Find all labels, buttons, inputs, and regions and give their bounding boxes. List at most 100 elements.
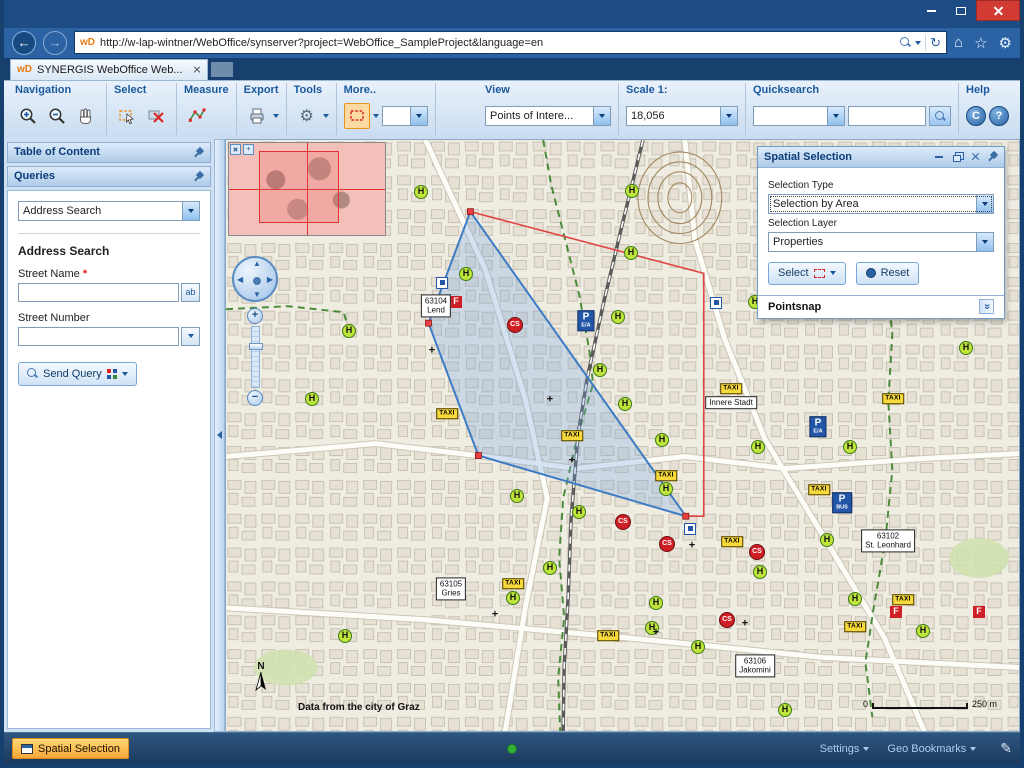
map-marker-taxi[interactable]: TAXI [808,484,830,496]
map-marker-cross[interactable]: + [653,627,659,638]
queries-panel-header[interactable]: Queries [7,165,211,187]
map-marker-taxi[interactable]: TAXI [882,393,904,405]
sidebar-collapse-strip[interactable] [214,138,225,733]
overview-map[interactable]: + [228,141,386,236]
map-marker-h[interactable]: H [848,591,862,606]
map-marker-f[interactable]: F [973,605,985,618]
map-marker-cross[interactable]: + [569,455,575,466]
map-marker-h[interactable]: H [506,590,520,605]
panel-close-button[interactable] [969,151,981,163]
map-marker-p[interactable]: P E/A [577,310,595,332]
active-tool-chip[interactable]: Spatial Selection [12,738,129,760]
url-box[interactable]: wD http://w-lap-wintner/WebOffice/synser… [74,31,948,55]
map-marker-taxi[interactable]: TAXI [892,594,914,606]
back-button[interactable]: ← [12,30,36,55]
search-icon[interactable] [900,37,911,48]
street-number-input[interactable] [18,326,179,346]
quicksearch-dropdown[interactable] [753,106,845,127]
zoom-slider-thumb[interactable] [248,342,263,350]
panel-minimize-button[interactable] [933,151,945,163]
map-marker-cs[interactable]: CS [507,316,523,333]
map-marker-info[interactable] [436,276,448,289]
map-marker-h[interactable]: H [843,439,857,454]
help-button[interactable]: ? [989,106,1009,127]
settings-gear-icon[interactable]: ⚙ [999,34,1012,52]
dropdown-button[interactable] [720,107,737,126]
pin-icon[interactable] [987,151,998,162]
tools-button[interactable]: ⚙ [294,103,320,129]
map-marker-h[interactable]: H [593,362,607,377]
map-marker-h[interactable]: H [751,439,765,454]
map-marker-cs[interactable]: CS [749,543,765,560]
map-marker-h[interactable]: H [305,391,319,406]
selection-layer-dropdown[interactable]: Properties [768,231,994,252]
minimize-button[interactable] [916,0,946,21]
more-tool-caret[interactable] [372,114,379,119]
home-icon[interactable]: ⌂ [954,34,963,51]
zoom-slider-track[interactable] [248,325,263,388]
pin-icon[interactable] [193,147,204,158]
panel-restore-button[interactable] [951,151,964,163]
view-dropdown[interactable]: Points of Intere... [485,106,611,127]
map-marker-cross[interactable]: + [492,609,498,620]
map-marker-h[interactable]: H [342,323,356,338]
overview-close-button[interactable] [230,143,241,155]
query-type-dropdown[interactable]: Address Search [18,200,200,221]
pan-down-icon[interactable]: ▼ [253,290,261,299]
favorites-icon[interactable]: ☆ [974,34,987,52]
context-help-button[interactable]: C [966,106,986,127]
maximize-button[interactable] [946,0,976,21]
map-marker-taxi[interactable]: TAXI [721,536,743,548]
tools-dropdown-caret[interactable] [322,114,329,119]
settings-menu[interactable]: Settings [820,743,870,755]
toc-panel-header[interactable]: Table of Content [7,141,211,163]
pan-right-icon[interactable]: ▶ [267,275,273,284]
map-marker-h[interactable]: H [691,639,705,654]
selection-type-dropdown[interactable]: Selection by Area [768,193,994,214]
map-marker-h[interactable]: H [618,396,632,411]
expand-chevrons-icon[interactable]: » [979,299,994,315]
map-view[interactable]: HHHHHHHHHHHHHHHHHHHHHHHHHHHHHTAXITAXITAX… [225,138,1020,733]
pan-up-icon[interactable]: ▲ [253,259,261,268]
map-marker-h[interactable]: H [572,504,586,519]
pan-button[interactable] [73,103,99,129]
overview-move-button[interactable]: + [243,143,254,155]
street-name-input[interactable] [18,282,179,302]
export-dropdown-caret[interactable] [272,114,279,119]
refresh-icon[interactable]: ↻ [930,35,941,51]
quicksearch-button[interactable] [929,106,951,127]
search-dropdown-caret[interactable] [915,40,922,45]
map-marker-taxi[interactable]: TAXI [436,408,458,420]
more-dropdown[interactable] [381,106,428,127]
map-marker-taxi[interactable]: TAXI [720,383,742,395]
map-marker-cross[interactable]: + [689,540,695,551]
map-marker-h[interactable]: H [414,184,428,199]
clear-selection-button[interactable] [143,103,169,129]
map-marker-f[interactable]: F [450,295,462,308]
dropdown-button[interactable] [409,107,427,126]
select-features-button[interactable] [114,103,140,129]
reset-button[interactable]: Reset [855,261,920,285]
dropdown-button[interactable] [182,201,199,220]
map-marker-p[interactable]: P E/A [809,416,827,438]
map-marker-h[interactable]: H [916,623,930,638]
map-marker-cross[interactable]: + [429,345,435,356]
map-marker-info[interactable] [710,296,722,309]
zoom-out-slider-button[interactable]: − [247,389,263,406]
map-marker-h[interactable]: H [625,183,639,198]
dropdown-button[interactable] [976,194,993,213]
map-marker-h[interactable]: H [459,266,473,281]
print-button[interactable] [244,103,270,129]
measure-button[interactable] [184,103,210,129]
map-marker-h[interactable]: H [624,245,638,260]
select-button[interactable]: Select [768,261,846,285]
quicksearch-input[interactable] [848,106,926,127]
map-marker-h[interactable]: H [543,560,557,575]
dropdown-button[interactable] [827,107,844,126]
map-marker-h[interactable]: H [655,432,669,447]
overview-extent-rectangle[interactable] [259,150,339,223]
zoom-out-button[interactable] [44,103,70,129]
map-marker-f[interactable]: F [890,605,902,618]
map-marker-taxi[interactable]: TAXI [597,630,619,642]
zoom-in-slider-button[interactable]: + [247,307,263,324]
